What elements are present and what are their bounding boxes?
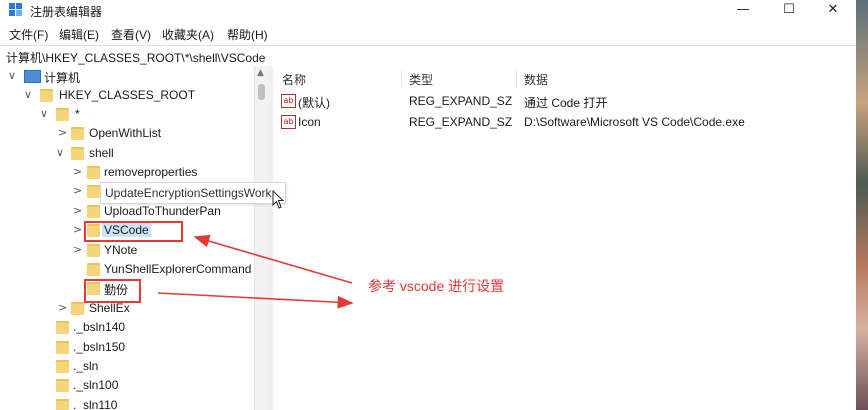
registry-editor-window: 注册表编辑器 — ☐ ✕ 文件(F) 编辑(E) 查看(V) 收藏夹(A) 帮助…: [0, 0, 856, 410]
arrow-from-backup: [157, 292, 354, 309]
arrow-to-vscode: [193, 234, 353, 284]
annotation-arrows: [157, 234, 354, 309]
annotation-text: 参考 vscode 进行设置: [368, 278, 505, 294]
desktop-wallpaper-strip: [856, 0, 868, 410]
